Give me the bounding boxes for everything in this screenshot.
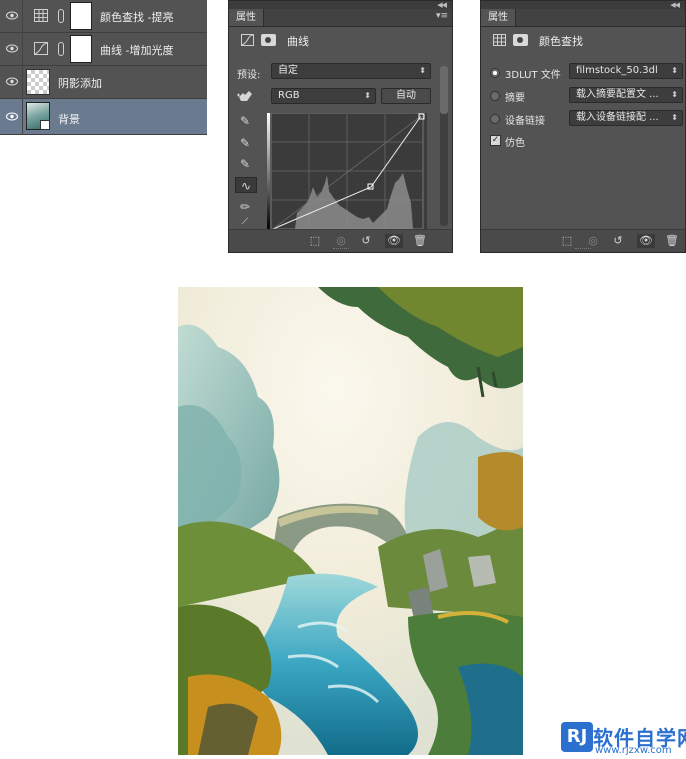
layers-panel: 颜色查找 -提亮 曲线 -增加光度 阴影添加 背景 — [0, 0, 207, 135]
transparent-layer-thumbnail[interactable] — [26, 69, 50, 95]
visibility-eye-icon[interactable] — [6, 112, 18, 121]
panel-top-strip: ◀◀ — [481, 1, 685, 9]
toggle-visibility-eye-icon[interactable]: 👁 — [385, 234, 403, 248]
visibility-eye-icon[interactable] — [6, 11, 18, 20]
layer-row-color-lookup[interactable]: 颜色查找 -提亮 — [0, 0, 207, 33]
dither-checkbox[interactable]: ✓ — [490, 135, 501, 146]
preset-dropdown[interactable]: 自定 ⬍ — [271, 63, 431, 79]
layer-row-background[interactable]: 背景 — [0, 99, 207, 135]
panel-title: 颜色查找 — [539, 35, 583, 48]
panel-footer: ⬚ ◎ ↺ 👁 🗑 — [481, 229, 685, 252]
layer-name[interactable]: 背景 — [58, 111, 80, 127]
column-divider — [22, 99, 23, 135]
mask-link-icon[interactable] — [58, 9, 64, 23]
collapse-icon[interactable]: ◀◀ — [437, 1, 447, 9]
delete-trash-icon[interactable]: 🗑 — [665, 234, 679, 248]
toggle-visibility-eye-icon[interactable]: 👁 — [637, 234, 655, 248]
panel-scrollbar[interactable] — [440, 66, 448, 226]
3dlut-file-dropdown[interactable]: filmstock_50.3dl ⬍ — [569, 63, 683, 79]
device-link-value: 载入设备链接配 ... — [576, 112, 659, 123]
dropdown-arrow-icon: ⬍ — [419, 66, 426, 75]
3dlut-file-label: 3DLUT 文件 — [505, 70, 561, 81]
site-logo-icon: RJ — [561, 722, 593, 752]
dither-label: 仿色 — [505, 138, 525, 149]
layer-mask-icon[interactable] — [261, 34, 276, 46]
layer-name[interactable]: 颜色查找 -提亮 — [100, 9, 173, 25]
visibility-eye-icon[interactable] — [6, 44, 18, 53]
curves-adjustment-icon — [241, 34, 254, 46]
tab-properties[interactable]: 属性 — [481, 9, 516, 26]
curves-layer-icon — [34, 42, 48, 55]
scrollbar-thumb[interactable] — [440, 66, 448, 114]
dropdown-arrow-icon: ⬍ — [671, 90, 678, 99]
preset-label: 预设: — [237, 70, 261, 81]
device-link-dropdown[interactable]: 载入设备链接配 ... ⬍ — [569, 110, 683, 126]
auto-button[interactable]: 自动 — [381, 88, 431, 104]
visibility-eye-icon[interactable] — [6, 77, 18, 86]
reset-adjustment-icon[interactable]: ↺ — [359, 234, 373, 248]
artwork-landscape-image — [178, 287, 523, 755]
clip-to-layer-icon[interactable]: ⬚ — [559, 234, 575, 248]
panel-top-strip: ◀◀ — [229, 1, 452, 9]
view-previous-state-icon[interactable]: ◎ — [332, 234, 350, 248]
panel-footer: ⬚ ◎ ↺ 👁 🗑 — [229, 229, 452, 252]
gray-point-eyedropper-icon[interactable]: ✎ — [237, 135, 253, 151]
clip-to-layer-icon[interactable]: ⬚ — [307, 234, 323, 248]
layer-row-curves[interactable]: 曲线 -增加光度 — [0, 33, 207, 66]
3dlut-file-radio[interactable] — [490, 68, 500, 78]
watermark-url: www.rjzxw.com — [595, 745, 672, 756]
pencil-draw-tool-icon[interactable]: ✏ — [237, 199, 253, 215]
on-image-adjust-hand-icon[interactable] — [237, 89, 255, 103]
layer-mask-thumbnail[interactable] — [70, 2, 92, 30]
curves-graph[interactable] — [267, 113, 427, 231]
channel-value: RGB — [278, 90, 300, 101]
view-previous-state-icon[interactable]: ◎ — [584, 234, 602, 248]
mask-link-icon[interactable] — [58, 42, 64, 56]
abstract-dropdown[interactable]: 载入摘要配置文 ... ⬍ — [569, 87, 683, 103]
tab-properties[interactable]: 属性 — [229, 9, 264, 26]
panel-menu-icon[interactable]: ▾≡ — [436, 11, 448, 21]
layer-name[interactable]: 阴影添加 — [58, 75, 102, 91]
panel-tab-bar: 属性 ▾≡ — [229, 9, 452, 27]
preset-value: 自定 — [278, 65, 298, 76]
color-lookup-adjustment-icon — [493, 34, 506, 46]
smooth-curve-icon[interactable]: ⟋ — [237, 217, 253, 227]
column-divider — [22, 33, 23, 66]
color-lookup-layer-icon — [34, 9, 48, 22]
dropdown-arrow-icon: ⬍ — [671, 113, 678, 122]
3dlut-file-value: filmstock_50.3dl — [576, 65, 658, 76]
abstract-value: 载入摘要配置文 ... — [576, 89, 659, 100]
collapse-icon[interactable]: ◀◀ — [670, 1, 680, 9]
channel-dropdown[interactable]: RGB ⬍ — [271, 88, 376, 104]
column-divider — [22, 66, 23, 99]
panel-title: 曲线 — [287, 35, 309, 48]
column-divider — [22, 0, 23, 33]
layer-mask-icon[interactable] — [513, 34, 528, 46]
black-point-eyedropper-icon[interactable]: ✎ — [237, 113, 253, 129]
layer-name[interactable]: 曲线 -增加光度 — [100, 42, 173, 58]
reset-adjustment-icon[interactable]: ↺ — [611, 234, 625, 248]
curves-properties-panel: ◀◀ 属性 ▾≡ 曲线 预设: 自定 ⬍ RGB ⬍ 自动 ✎ ✎ ✎ ∿ ✏ … — [228, 0, 453, 253]
delete-trash-icon[interactable]: 🗑 — [413, 234, 427, 248]
abstract-label: 摘要 — [505, 93, 525, 104]
abstract-radio[interactable] — [490, 91, 500, 101]
resize-grip[interactable] — [332, 248, 349, 251]
color-lookup-properties-panel: ◀◀ 属性 颜色查找 3DLUT 文件 filmstock_50.3dl ⬍ 摘… — [480, 0, 686, 253]
layer-mask-thumbnail[interactable] — [70, 35, 92, 63]
smart-object-badge-icon — [40, 120, 50, 130]
panel-tab-bar: 属性 — [481, 9, 685, 27]
dropdown-arrow-icon: ⬍ — [671, 66, 678, 75]
layer-row-shadow[interactable]: 阴影添加 — [0, 66, 207, 99]
dropdown-arrow-icon: ⬍ — [364, 91, 371, 100]
white-point-eyedropper-icon[interactable]: ✎ — [237, 156, 253, 172]
curve-edit-tool-icon[interactable]: ∿ — [235, 177, 257, 193]
device-link-radio[interactable] — [490, 114, 500, 124]
resize-grip[interactable] — [575, 248, 591, 251]
device-link-label: 设备链接 — [505, 116, 545, 127]
